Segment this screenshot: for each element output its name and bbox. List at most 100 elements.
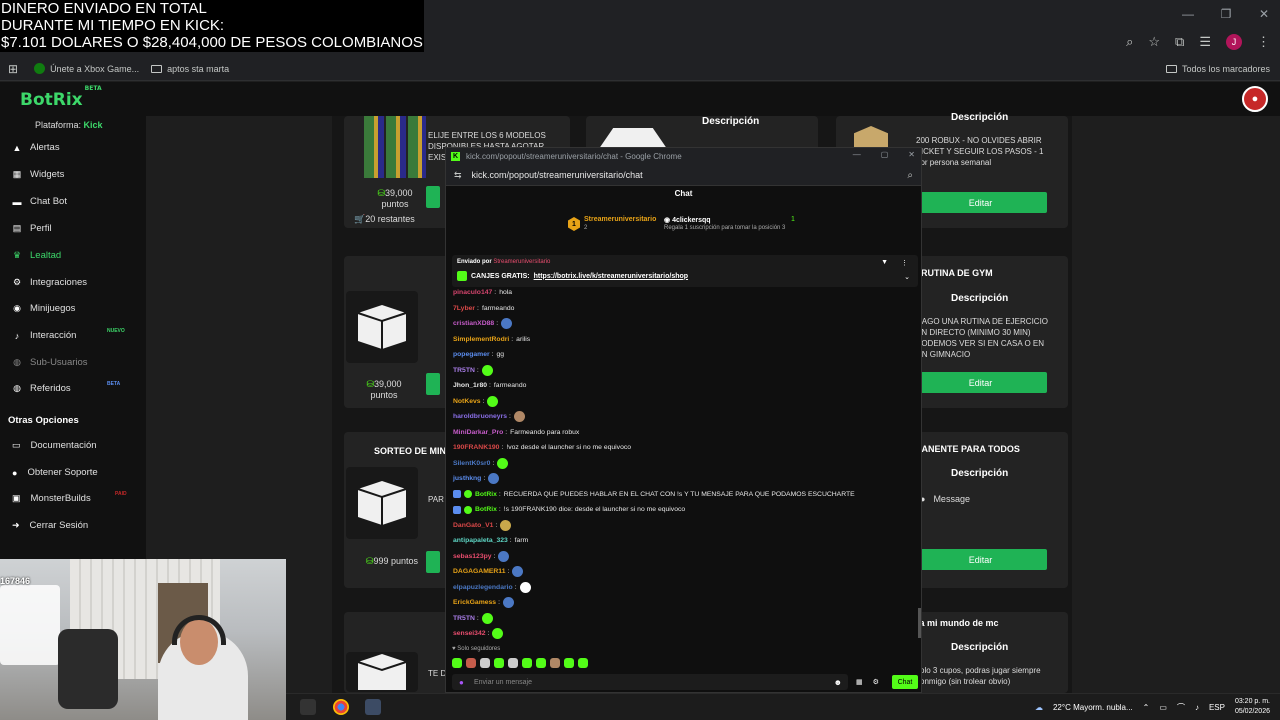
zoom-icon[interactable]: ⌕ xyxy=(1126,34,1133,50)
chat-username[interactable]: SimplementRodri xyxy=(453,336,509,343)
popup-address-bar[interactable]: ⇆ kick.com/popout/streameruniversitario/… xyxy=(446,165,921,186)
edit-button[interactable] xyxy=(426,186,440,208)
chat-username[interactable]: TR5TN xyxy=(453,615,475,622)
weather-text[interactable]: 22°C Mayorm. nubla... xyxy=(1053,703,1133,712)
chat-username[interactable]: elpapuzlegendario xyxy=(453,584,513,591)
chrome-icon[interactable] xyxy=(333,699,349,715)
sidebar-item-minijuegos[interactable]: ◉ Minijuegos xyxy=(12,303,75,314)
minimize-button[interactable]: — xyxy=(853,150,861,159)
calendar-icon[interactable]: ▦ xyxy=(856,678,863,686)
edit-button[interactable] xyxy=(426,551,440,573)
chat-username[interactable]: justhkng xyxy=(453,475,481,482)
maximize-button[interactable]: ❐ xyxy=(1210,0,1242,28)
mod-badge-icon xyxy=(453,505,461,514)
wifi-icon[interactable]: ⌒ xyxy=(1177,702,1185,713)
minimize-button[interactable]: — xyxy=(1172,0,1204,28)
network-icon[interactable]: ▭ xyxy=(1159,703,1167,712)
remaining-text: 20 restantes xyxy=(365,214,415,224)
chat-username[interactable]: DanGato_V1 xyxy=(453,522,493,529)
sidebar-item-widgets[interactable]: ▦ Widgets xyxy=(12,169,65,180)
sidebar-item-interaccion[interactable]: ♪ Interacción xyxy=(12,330,77,341)
site-info-icon[interactable]: ⇆ xyxy=(454,170,462,181)
chat-username[interactable]: Jhon_1r80 xyxy=(453,382,487,389)
emote-icon[interactable] xyxy=(452,658,462,668)
edit-button[interactable]: Editar xyxy=(914,372,1047,393)
edit-button[interactable] xyxy=(426,373,440,395)
close-button[interactable]: ✕ xyxy=(908,150,915,159)
sidebar-item-monsterbuilds[interactable]: ▣ MonsterBuilds xyxy=(12,493,91,504)
microphone-icon[interactable]: ● xyxy=(459,678,464,687)
profile-avatar[interactable]: J xyxy=(1226,34,1242,50)
chat-username[interactable]: ErickGamess xyxy=(453,599,496,606)
sidebar-item-cerrar-sesion[interactable]: ➜ Cerrar Sesión xyxy=(12,520,88,531)
emoji-icon[interactable]: ☻ xyxy=(834,678,842,687)
chat-username[interactable]: BotRix xyxy=(475,506,497,513)
sidebar-item-integraciones[interactable]: ⚙ Integraciones xyxy=(12,277,87,288)
chat-username[interactable]: SilentK0sr0 xyxy=(453,460,490,467)
emote-icon[interactable] xyxy=(550,658,560,668)
user-avatar[interactable]: ● xyxy=(1242,86,1268,112)
reading-list-icon[interactable]: ☰ xyxy=(1199,34,1211,50)
apps-grid-icon[interactable]: ⊞ xyxy=(8,62,18,76)
chat-username[interactable]: haroldbruoneyrs xyxy=(453,413,507,420)
botrix-logo[interactable]: BotRixBETA xyxy=(20,85,102,110)
tray-chevron-icon[interactable]: ⌃ xyxy=(1143,703,1150,712)
maximize-button[interactable]: ▢ xyxy=(881,150,889,159)
volume-icon[interactable]: ♪ xyxy=(1195,703,1199,712)
pinned-link[interactable]: https://botrix.live/k/streameruniversita… xyxy=(534,273,688,280)
emote-icon[interactable] xyxy=(508,658,518,668)
app-window-icon[interactable] xyxy=(365,699,381,715)
menu-icon[interactable]: ⋮ xyxy=(1257,34,1270,50)
zoom-icon[interactable]: ⌕ xyxy=(907,170,913,181)
settings-gear-icon[interactable]: ⚙ xyxy=(873,678,879,686)
all-bookmarks[interactable]: Todos los marcadores xyxy=(1165,64,1270,74)
chat-message-input[interactable]: ● Enviar un mensaje ☻ xyxy=(452,674,848,690)
chat-username[interactable]: 7Lyber xyxy=(453,305,475,312)
chat-username[interactable]: pinaculo147 xyxy=(453,289,492,296)
chat-username[interactable]: MiniDarkar_Pro xyxy=(453,429,503,436)
chat-username[interactable]: popegamer xyxy=(453,351,490,358)
chat-username[interactable]: DAGAGAMER11 xyxy=(453,568,506,575)
leader-1-name[interactable]: Streameruniversitario xyxy=(584,216,656,223)
emote-icon[interactable] xyxy=(466,658,476,668)
emote-icon[interactable] xyxy=(578,658,588,668)
clock[interactable]: 03:20 p. m. 05/02/2026 xyxy=(1235,697,1270,717)
sidebar-item-soporte[interactable]: ● Obtener Soporte xyxy=(12,467,98,478)
sidebar-item-documentacion[interactable]: ▭ Documentación xyxy=(12,440,97,451)
app-icon[interactable] xyxy=(300,699,316,715)
bookmark-xbox[interactable]: Únete a Xbox Game... xyxy=(34,63,139,74)
emote-icon[interactable] xyxy=(522,658,532,668)
chat-username[interactable]: 190FRANK190 xyxy=(453,444,499,451)
chat-username[interactable]: NotKevs xyxy=(453,398,481,405)
language-indicator[interactable]: ESP xyxy=(1209,703,1225,712)
chat-username[interactable]: cristianXD88 xyxy=(453,320,494,327)
send-chat-button[interactable]: Chat xyxy=(892,675,918,689)
leader-2-name[interactable]: ◉ 4clickersqq xyxy=(664,216,711,224)
chat-username[interactable]: BotRix xyxy=(475,491,497,498)
sidebar-item-referidos[interactable]: ◍ Referidos xyxy=(12,383,71,394)
bookmark-folder-aptos[interactable]: aptos sta marta xyxy=(151,64,229,74)
sidebar-item-label: Perfil xyxy=(30,223,52,234)
chat-username[interactable]: sebas123py xyxy=(453,553,492,560)
edit-button[interactable]: Editar xyxy=(914,549,1047,570)
bookmark-star-icon[interactable]: ☆ xyxy=(1148,34,1160,50)
extensions-icon[interactable]: ⧉ xyxy=(1175,34,1184,50)
chat-username[interactable]: TR5TN xyxy=(453,367,475,374)
chevron-down-icon[interactable]: ⌄ xyxy=(904,273,910,281)
sidebar-item-lealtad[interactable]: ♛ Lealtad xyxy=(12,250,61,261)
sidebar-item-subusuarios[interactable]: ◍ Sub-Usuarios xyxy=(12,357,88,368)
chat-username[interactable]: sensei342 xyxy=(453,630,486,637)
emote-icon[interactable] xyxy=(480,658,490,668)
more-options-icon[interactable]: ⋮ xyxy=(901,259,908,267)
pin-icon[interactable]: ▼ xyxy=(881,259,888,266)
emote-icon[interactable] xyxy=(494,658,504,668)
sidebar-item-perfil[interactable]: ▤ Perfil xyxy=(12,223,52,234)
chat-scrollbar[interactable] xyxy=(918,608,921,638)
emote-icon[interactable] xyxy=(536,658,546,668)
close-button[interactable]: ✕ xyxy=(1248,0,1280,28)
sidebar-item-alertas[interactable]: ▲ Alertas xyxy=(12,142,60,153)
edit-button[interactable]: Editar xyxy=(914,192,1047,213)
sidebar-item-chatbot[interactable]: ▬ Chat Bot xyxy=(12,196,67,207)
emote-icon[interactable] xyxy=(564,658,574,668)
chat-username[interactable]: antipapaleta_323 xyxy=(453,537,508,544)
